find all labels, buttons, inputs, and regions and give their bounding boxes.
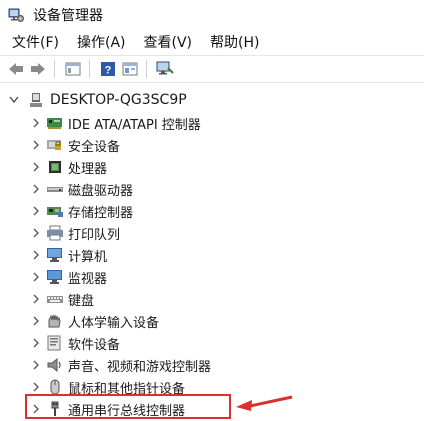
tree-item-label: 处理器: [68, 162, 108, 177]
tree-root[interactable]: DESKTOP-QG3SC9P: [8, 89, 187, 111]
menu-view[interactable]: 查看(V): [144, 32, 193, 52]
expand-chevron-icon[interactable]: [32, 271, 42, 283]
menu-action[interactable]: 操作(A): [77, 32, 126, 52]
tree-item-label: 安全设备: [68, 140, 121, 155]
expand-chevron-icon[interactable]: [32, 337, 42, 349]
title-bar: 设备管理器: [0, 0, 424, 30]
expand-chevron-icon[interactable]: [32, 381, 42, 393]
tree-item-label: 键盘: [68, 294, 95, 309]
properties-icon[interactable]: [63, 59, 83, 79]
tree-item[interactable]: 存储控制器: [0, 200, 424, 222]
tree-item[interactable]: 安全设备: [0, 134, 424, 156]
tree-item-label: 计算机: [68, 250, 108, 265]
tree-item-label: 磁盘驱动器: [68, 184, 134, 199]
hid-icon: [46, 313, 64, 329]
collapse-chevron-icon[interactable]: [8, 94, 20, 106]
tree-item-label: 存储控制器: [68, 206, 134, 221]
expand-chevron-icon[interactable]: [32, 183, 42, 195]
mouse-icon: [46, 379, 64, 395]
tree-item-label: 打印队列: [68, 228, 121, 243]
scan-hardware-icon[interactable]: [155, 59, 175, 79]
help-icon[interactable]: ?: [98, 59, 118, 79]
computer-icon: [28, 92, 44, 108]
toolbar-separator: [146, 60, 147, 78]
tree-item[interactable]: IDE ATA/ATAPI 控制器: [0, 112, 424, 134]
tree-item-label: 声音、视频和游戏控制器: [68, 360, 212, 375]
tree-item[interactable]: 磁盘驱动器: [0, 178, 424, 200]
printer-icon: [46, 225, 64, 241]
computer-icon: [46, 247, 64, 263]
tree-item[interactable]: 打印队列: [0, 222, 424, 244]
menu-help[interactable]: 帮助(H): [210, 32, 259, 52]
processor-icon: [46, 159, 64, 175]
forward-arrow-icon[interactable]: [28, 59, 48, 79]
device-manager-icon: [8, 7, 24, 23]
expand-chevron-icon[interactable]: [32, 205, 42, 217]
storage-controller-icon: [46, 203, 64, 219]
tree-item-label: 监视器: [68, 272, 108, 287]
root-label: DESKTOP-QG3SC9P: [50, 92, 187, 108]
expand-chevron-icon[interactable]: [32, 161, 42, 173]
disk-drive-icon: [46, 181, 64, 197]
annotation-arrow: [236, 395, 293, 411]
software-device-icon: [46, 335, 64, 351]
expand-chevron-icon[interactable]: [32, 359, 42, 371]
security-device-icon: [46, 137, 64, 153]
view-icon[interactable]: [120, 59, 140, 79]
tree-item[interactable]: 软件设备: [0, 332, 424, 354]
menu-file[interactable]: 文件(F): [12, 32, 59, 52]
highlight-box: [25, 394, 231, 419]
expand-chevron-icon[interactable]: [32, 117, 42, 129]
toolbar: ?: [0, 55, 424, 83]
toolbar-separator: [54, 60, 55, 78]
tree-item[interactable]: 监视器: [0, 266, 424, 288]
back-arrow-icon[interactable]: [6, 59, 26, 79]
tree-item[interactable]: 处理器: [0, 156, 424, 178]
tree-item[interactable]: 声音、视频和游戏控制器: [0, 354, 424, 376]
tree-item-label: 软件设备: [68, 338, 121, 353]
expand-chevron-icon[interactable]: [32, 249, 42, 261]
window-title: 设备管理器: [33, 8, 103, 24]
tree-item[interactable]: 计算机: [0, 244, 424, 266]
menu-bar: 文件(F) 操作(A) 查看(V) 帮助(H): [0, 30, 424, 54]
expand-chevron-icon[interactable]: [32, 315, 42, 327]
svg-text:?: ?: [105, 65, 112, 77]
expand-chevron-icon[interactable]: [32, 293, 42, 305]
monitor-icon: [46, 269, 64, 285]
keyboard-icon: [46, 291, 64, 307]
expand-chevron-icon[interactable]: [32, 139, 42, 151]
sound-icon: [46, 357, 64, 373]
expand-chevron-icon[interactable]: [32, 227, 42, 239]
tree-item[interactable]: 键盘: [0, 288, 424, 310]
tree-item[interactable]: 人体学输入设备: [0, 310, 424, 332]
device-tree: DESKTOP-QG3SC9P IDE ATA/ATAPI 控制器 安全设备处理器…: [0, 82, 424, 419]
tree-item-label: IDE ATA/ATAPI 控制器: [68, 118, 201, 133]
toolbar-separator: [89, 60, 90, 78]
ide-controller-icon: [46, 115, 64, 131]
tree-item-label: 人体学输入设备: [68, 316, 160, 331]
